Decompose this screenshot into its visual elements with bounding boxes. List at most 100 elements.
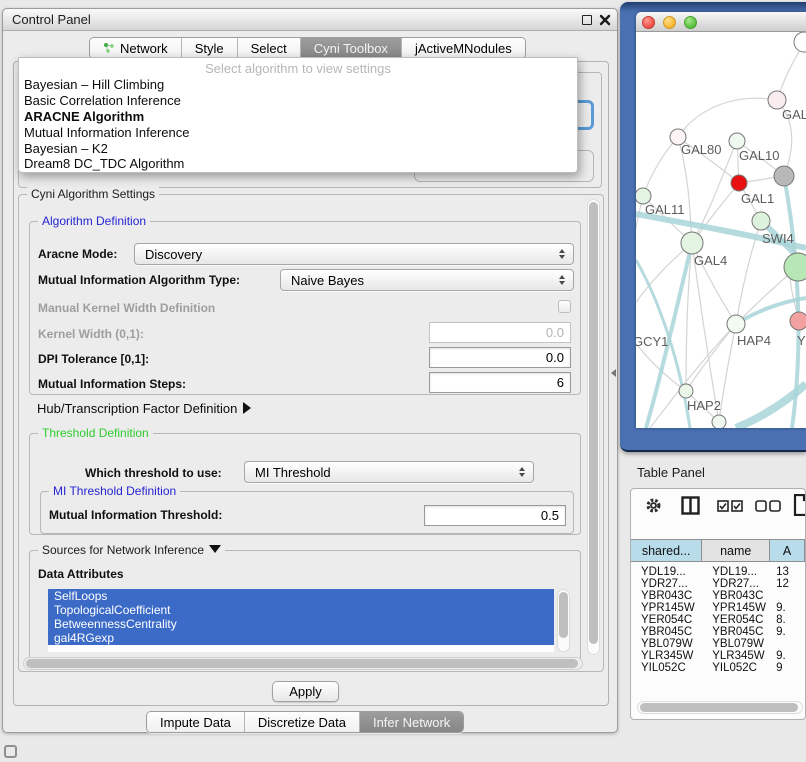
mi-type-select[interactable]: Naive Bayes [280, 269, 574, 291]
table-row[interactable]: YBR045CYBR045C9. [631, 626, 805, 638]
minimize-window-icon[interactable] [663, 16, 676, 29]
network-node[interactable] [731, 175, 747, 191]
tab-infer-network[interactable]: Infer Network [359, 712, 463, 732]
table-panel: shared...nameA YDL19...YDL19...13YDR27..… [630, 488, 806, 720]
mi-steps-field[interactable] [429, 372, 571, 393]
table-horizontal-scrollbar[interactable] [637, 701, 803, 714]
network-edge[interactable] [678, 98, 777, 137]
mi-steps-label: Mutual Information Steps: [38, 377, 186, 391]
algorithm-option[interactable]: ARACNE Algorithm [19, 109, 577, 125]
network-edge[interactable] [643, 137, 678, 196]
attribute-item[interactable]: gal4RGexp [48, 631, 554, 645]
attribute-item[interactable]: BetweennessCentrality [48, 617, 554, 631]
aracne-mode-select[interactable]: Discovery [134, 243, 574, 265]
node-label: HAP4 [737, 333, 771, 348]
deselect-all-checkboxes-icon[interactable] [755, 500, 781, 512]
table-cell: YER054C [631, 614, 702, 626]
network-edge[interactable] [686, 324, 736, 391]
node-label: GAL1 [741, 191, 774, 206]
splitpane-arrow-icon[interactable] [611, 369, 616, 377]
mi-threshold-field[interactable] [424, 505, 566, 526]
table-row[interactable]: YDR27...YDR27...12 [631, 578, 805, 590]
column-header[interactable]: A [770, 540, 805, 561]
table-row[interactable]: YBR043CYBR043C [631, 590, 805, 602]
table-cell: YDR27... [631, 578, 702, 590]
manual-kernel-checkbox[interactable] [558, 300, 571, 313]
algorithm-dropdown-popup: Select algorithm to view settings Bayesi… [18, 57, 578, 173]
tab-discretize-data[interactable]: Discretize Data [244, 712, 359, 732]
node-label: GCY1 [636, 334, 668, 349]
network-node[interactable] [679, 384, 693, 398]
document-icon[interactable] [793, 494, 806, 516]
node-label: GAL4 [694, 253, 727, 268]
table-header-row: shared...nameA [631, 539, 805, 562]
gear-icon[interactable] [645, 497, 662, 514]
network-node[interactable] [729, 133, 745, 149]
tab-network[interactable]: Network [90, 38, 181, 58]
which-threshold-select[interactable]: MI Threshold [244, 461, 534, 483]
table-row[interactable]: YLR345WYLR345W9. [631, 650, 805, 662]
network-node[interactable] [790, 312, 806, 330]
settings-horizontal-scrollbar[interactable] [23, 657, 583, 670]
apply-button[interactable]: Apply [272, 681, 339, 702]
table-cell: YIL052C [702, 662, 770, 674]
attribute-list-scrollbar[interactable] [557, 589, 570, 652]
network-node[interactable] [712, 415, 726, 428]
algorithm-option[interactable]: Mutual Information Inference [19, 125, 577, 141]
zoom-window-icon[interactable] [684, 16, 697, 29]
network-node[interactable] [681, 232, 703, 254]
control-panel-tabs: Network StyleSelectCyni ToolboxjActiveMNo… [89, 37, 526, 59]
node-label: HAP2 [687, 398, 721, 413]
algorithm-option[interactable]: Dream8 DC_TDC Algorithm [19, 156, 577, 172]
tab-label: Network [120, 41, 168, 56]
network-window-titlebar[interactable] [636, 12, 806, 32]
table-row[interactable]: YPR145WYPR145W9. [631, 602, 805, 614]
node-label: SWI4 [762, 231, 794, 246]
column-header[interactable]: shared... [631, 540, 702, 561]
table-row[interactable]: YDL19...YDL19...13 [631, 566, 805, 578]
float-panel-icon[interactable] [582, 15, 592, 25]
network-icon [103, 42, 115, 54]
network-canvas[interactable]: GALGAL80GAL10GAL1GAL11SWI4GAL4GCY1HAP4YH… [636, 32, 806, 428]
table-toolbar [631, 489, 805, 537]
sources-group: Sources for Network Inference Data Attri… [29, 550, 581, 662]
tab-cyni-toolbox[interactable]: Cyni Toolbox [300, 38, 401, 58]
close-panel-icon[interactable] [599, 14, 611, 26]
hub-definition-expander[interactable]: Hub/Transcription Factor Definition [37, 401, 251, 416]
close-window-icon[interactable] [642, 16, 655, 29]
which-threshold-value: MI Threshold [255, 465, 331, 480]
table-row[interactable]: YBL079WYBL079W [631, 638, 805, 650]
data-attributes-list[interactable]: SelfLoopsTopologicalCoefficientBetweenne… [48, 589, 554, 652]
settings-vertical-scrollbar[interactable] [587, 199, 600, 655]
table-cell [770, 638, 805, 650]
network-node[interactable] [784, 253, 806, 281]
network-node[interactable] [727, 315, 745, 333]
kernel-width-field[interactable] [429, 322, 571, 343]
stepper-up-icon [519, 467, 525, 471]
algorithm-option[interactable]: Bayesian – Hill Climbing [19, 77, 577, 93]
attribute-item[interactable]: TopologicalCoefficient [48, 603, 554, 617]
attribute-item[interactable]: SelfLoops [48, 589, 554, 603]
tab-select[interactable]: Select [237, 38, 300, 58]
sources-title[interactable]: Sources for Network Inference [38, 543, 225, 557]
network-node[interactable] [794, 32, 806, 52]
dpi-tolerance-field[interactable] [429, 347, 571, 368]
tab-impute-data[interactable]: Impute Data [147, 712, 244, 732]
table-row[interactable]: YIL052CYIL052C9 [631, 662, 805, 674]
tab-jactivemnodules[interactable]: jActiveMNodules [401, 38, 525, 58]
network-node[interactable] [774, 166, 794, 186]
stepper-down-icon [559, 281, 565, 285]
network-edge[interactable] [719, 324, 736, 422]
minimized-panel-icon[interactable] [4, 745, 17, 758]
column-header[interactable]: name [702, 540, 770, 561]
table-row[interactable]: YER054CYER054C8. [631, 614, 805, 626]
split-panel-icon[interactable] [681, 496, 700, 515]
stepper-up-icon [559, 275, 565, 279]
network-node[interactable] [752, 212, 770, 230]
aracne-mode-value: Discovery [145, 247, 202, 262]
network-graph: GALGAL80GAL10GAL1GAL11SWI4GAL4GCY1HAP4YH… [636, 32, 806, 428]
tab-style[interactable]: Style [181, 38, 237, 58]
algorithm-option[interactable]: Bayesian – K2 [19, 141, 577, 157]
algorithm-option[interactable]: Basic Correlation Inference [19, 93, 577, 109]
select-all-checkboxes-icon[interactable] [717, 500, 743, 512]
